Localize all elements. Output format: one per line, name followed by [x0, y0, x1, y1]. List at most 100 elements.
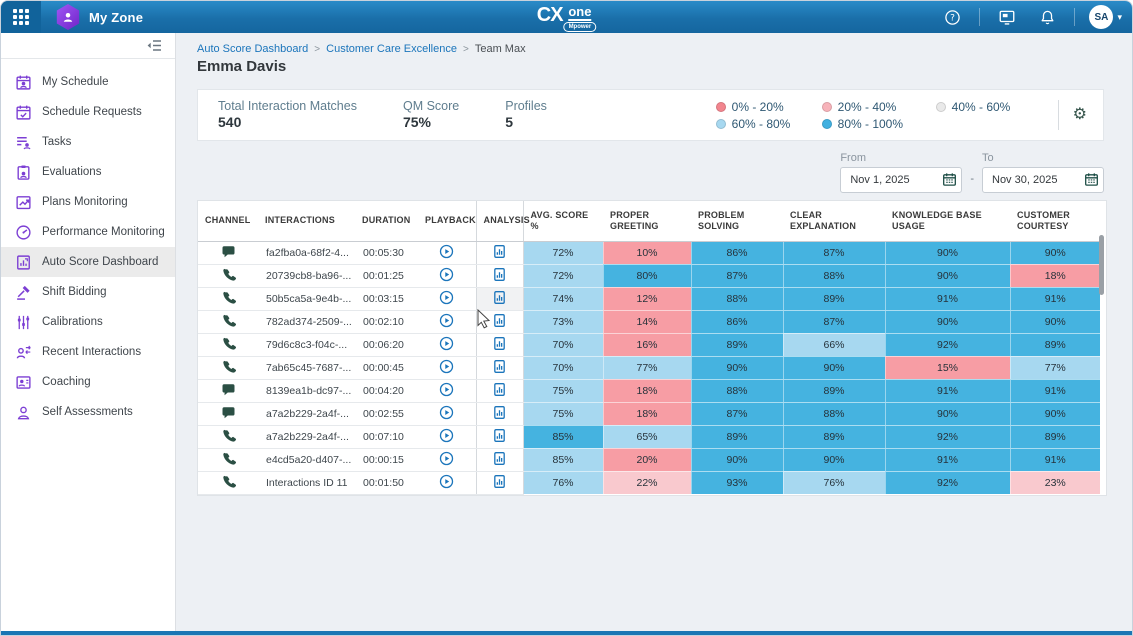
- channel-cell: [198, 310, 258, 333]
- tasks-icon: [15, 134, 32, 151]
- score-cell: 73%: [523, 310, 603, 333]
- user-menu-button[interactable]: SA ▾: [1089, 5, 1122, 29]
- from-label: From: [840, 152, 962, 164]
- playback-button[interactable]: [439, 267, 454, 285]
- help-button[interactable]: ?: [939, 4, 965, 30]
- analysis-cell: [476, 471, 523, 494]
- play-icon: [439, 428, 454, 446]
- analysis-chart-icon: [492, 313, 507, 331]
- interactions-table: CHANNELINTERACTIONSDURATIONPLAYBACKANALY…: [198, 201, 1100, 495]
- analysis-cell: [476, 448, 523, 471]
- playback-button[interactable]: [439, 313, 454, 331]
- analysis-cell: [476, 264, 523, 287]
- table-row[interactable]: a7a2b229-2a4f-...00:02:5575%18%87%88%90%…: [198, 402, 1100, 425]
- playback-button[interactable]: [439, 474, 454, 492]
- analysis-button[interactable]: [492, 336, 507, 354]
- shift-bidding-icon: [15, 284, 32, 301]
- playback-button[interactable]: [439, 451, 454, 469]
- analysis-cell: [476, 241, 523, 264]
- playback-button[interactable]: [439, 382, 454, 400]
- score-cell: 88%: [783, 264, 885, 287]
- score-cell: 88%: [783, 402, 885, 425]
- sidebar-item-shift-bidding[interactable]: Shift Bidding: [1, 277, 175, 307]
- sidebar-item-auto-score-dashboard[interactable]: Auto Score Dashboard: [1, 247, 175, 277]
- score-cell: 20%: [603, 448, 691, 471]
- score-cell: 72%: [523, 241, 603, 264]
- analysis-button[interactable]: [492, 267, 507, 285]
- sidebar-item-calibrations[interactable]: Calibrations: [1, 307, 175, 337]
- analysis-button[interactable]: [492, 451, 507, 469]
- score-cell: 85%: [523, 448, 603, 471]
- sidebar-collapse-button[interactable]: [146, 38, 163, 53]
- analysis-button[interactable]: [492, 405, 507, 423]
- topbar-divider: [1074, 8, 1075, 26]
- playback-button[interactable]: [439, 405, 454, 423]
- table-row[interactable]: fa2fba0a-68f2-4...00:05:3072%10%86%87%90…: [198, 241, 1100, 264]
- table-row[interactable]: Interactions ID 1100:01:5076%22%93%76%92…: [198, 471, 1100, 494]
- sidebar-item-recent-interactions[interactable]: Recent Interactions: [1, 337, 175, 367]
- legend-dot-icon: [716, 102, 726, 112]
- table-row[interactable]: a7a2b229-2a4f-...00:07:1085%65%89%89%92%…: [198, 425, 1100, 448]
- sidebar-item-coaching[interactable]: Coaching: [1, 367, 175, 397]
- analysis-chart-icon: [492, 428, 507, 446]
- legend-item: 60% - 80%: [716, 117, 818, 131]
- analysis-button[interactable]: [492, 382, 507, 400]
- analysis-button[interactable]: [492, 244, 507, 262]
- chat-channel-icon: [221, 411, 236, 423]
- table-row[interactable]: 50b5ca5a-9e4b-...00:03:1574%12%88%89%91%…: [198, 287, 1100, 310]
- playback-button[interactable]: [439, 244, 454, 262]
- sidebar-item-my-schedule[interactable]: My Schedule: [1, 67, 175, 97]
- table-row[interactable]: e4cd5a20-d407-...00:00:1585%20%90%90%91%…: [198, 448, 1100, 471]
- from-calendar-button[interactable]: [941, 172, 957, 188]
- column-header-problem-solving: PROBLEM SOLVING: [691, 201, 783, 241]
- top-bar: My Zone CX one Mpower ? SA ▾: [1, 1, 1132, 33]
- to-calendar-button[interactable]: [1083, 172, 1099, 188]
- table-row[interactable]: 782ad374-2509-...00:02:1073%14%86%87%90%…: [198, 310, 1100, 333]
- notifications-button[interactable]: [1034, 4, 1060, 30]
- my-schedule-icon: [15, 74, 32, 91]
- help-icon: ?: [944, 9, 961, 26]
- playback-button[interactable]: [439, 359, 454, 377]
- play-icon: [439, 336, 454, 354]
- app-launcher-button[interactable]: [1, 1, 41, 33]
- legend-dot-icon: [936, 102, 946, 112]
- table-row[interactable]: 7ab65c45-7687-...00:00:4570%77%90%90%15%…: [198, 356, 1100, 379]
- sidebar-item-self-assessments[interactable]: Self Assessments: [1, 397, 175, 427]
- presentation-button[interactable]: [994, 4, 1020, 30]
- score-cell: 75%: [523, 379, 603, 402]
- sidebar-item-label: Shift Bidding: [42, 286, 107, 298]
- breadcrumb-link[interactable]: Customer Care Excellence: [326, 43, 457, 55]
- table-row[interactable]: 79d6c8c3-f04c-...00:06:2070%16%89%66%92%…: [198, 333, 1100, 356]
- table-header-row: CHANNELINTERACTIONSDURATIONPLAYBACKANALY…: [198, 201, 1100, 241]
- analysis-cell: [476, 402, 523, 425]
- playback-button[interactable]: [439, 336, 454, 354]
- analysis-button[interactable]: [492, 428, 507, 446]
- analysis-button[interactable]: [492, 359, 507, 377]
- score-cell: 86%: [691, 310, 783, 333]
- analysis-button[interactable]: [492, 290, 507, 308]
- sidebar-item-tasks[interactable]: Tasks: [1, 127, 175, 157]
- app-window: My Zone CX one Mpower ? SA ▾: [0, 0, 1133, 636]
- legend-dot-icon: [716, 119, 726, 129]
- settings-button[interactable]: ⚙: [1073, 107, 1087, 123]
- play-icon: [439, 267, 454, 285]
- score-cell: 87%: [691, 402, 783, 425]
- duration-cell: 00:02:10: [355, 310, 418, 333]
- analysis-button[interactable]: [492, 474, 507, 492]
- table-row[interactable]: 8139ea1b-dc97-...00:04:2075%18%88%89%91%…: [198, 379, 1100, 402]
- playback-button[interactable]: [439, 290, 454, 308]
- interaction-id-cell: e4cd5a20-d407-...: [258, 448, 355, 471]
- chat-channel-icon: [221, 250, 236, 262]
- sidebar-item-performance-monitoring[interactable]: Performance Monitoring: [1, 217, 175, 247]
- breadcrumb-link[interactable]: Auto Score Dashboard: [197, 43, 308, 55]
- sidebar-item-evaluations[interactable]: Evaluations: [1, 157, 175, 187]
- playback-cell: [418, 448, 476, 471]
- sidebar-item-plans-monitoring[interactable]: Plans Monitoring: [1, 187, 175, 217]
- analysis-button[interactable]: [492, 313, 507, 331]
- channel-cell: [198, 333, 258, 356]
- playback-button[interactable]: [439, 428, 454, 446]
- vertical-scrollbar-thumb[interactable]: [1099, 235, 1104, 295]
- sidebar-item-schedule-requests[interactable]: Schedule Requests: [1, 97, 175, 127]
- table-row[interactable]: 20739cb8-ba96-...00:01:2572%80%87%88%90%…: [198, 264, 1100, 287]
- duration-cell: 00:00:15: [355, 448, 418, 471]
